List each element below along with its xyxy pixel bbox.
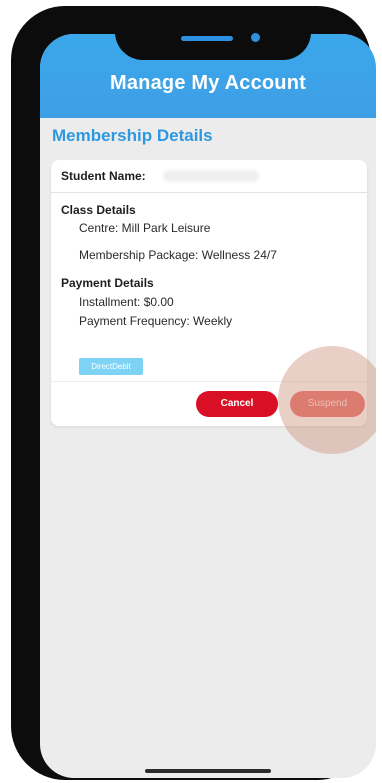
- student-name-value-redacted: [163, 170, 259, 182]
- camera-icon: [251, 33, 260, 42]
- phone-notch: [115, 12, 311, 60]
- payment-method-badge: DirectDebit: [79, 358, 143, 375]
- payment-frequency-text: Payment Frequency: Weekly: [79, 314, 233, 328]
- app-screen: Manage My Account Membership Details Stu…: [40, 34, 376, 778]
- centre-text: Centre: Mill Park Leisure: [79, 221, 211, 235]
- tap-highlight: [278, 346, 376, 454]
- class-details-title: Class Details: [61, 203, 136, 217]
- page-title: Manage My Account: [109, 72, 307, 94]
- installment-text: Installment: $0.00: [79, 295, 174, 309]
- speaker-icon: [181, 36, 233, 41]
- membership-package-text: Membership Package: Wellness 24/7: [79, 248, 277, 262]
- student-name-label: Student Name:: [61, 169, 146, 183]
- section-title: Membership Details: [52, 126, 213, 145]
- home-indicator: [145, 769, 271, 773]
- phone-frame: Manage My Account Membership Details Stu…: [11, 6, 376, 780]
- student-name-row: Student Name:: [51, 160, 367, 193]
- cancel-button[interactable]: Cancel: [196, 391, 278, 417]
- payment-details-title: Payment Details: [61, 276, 154, 290]
